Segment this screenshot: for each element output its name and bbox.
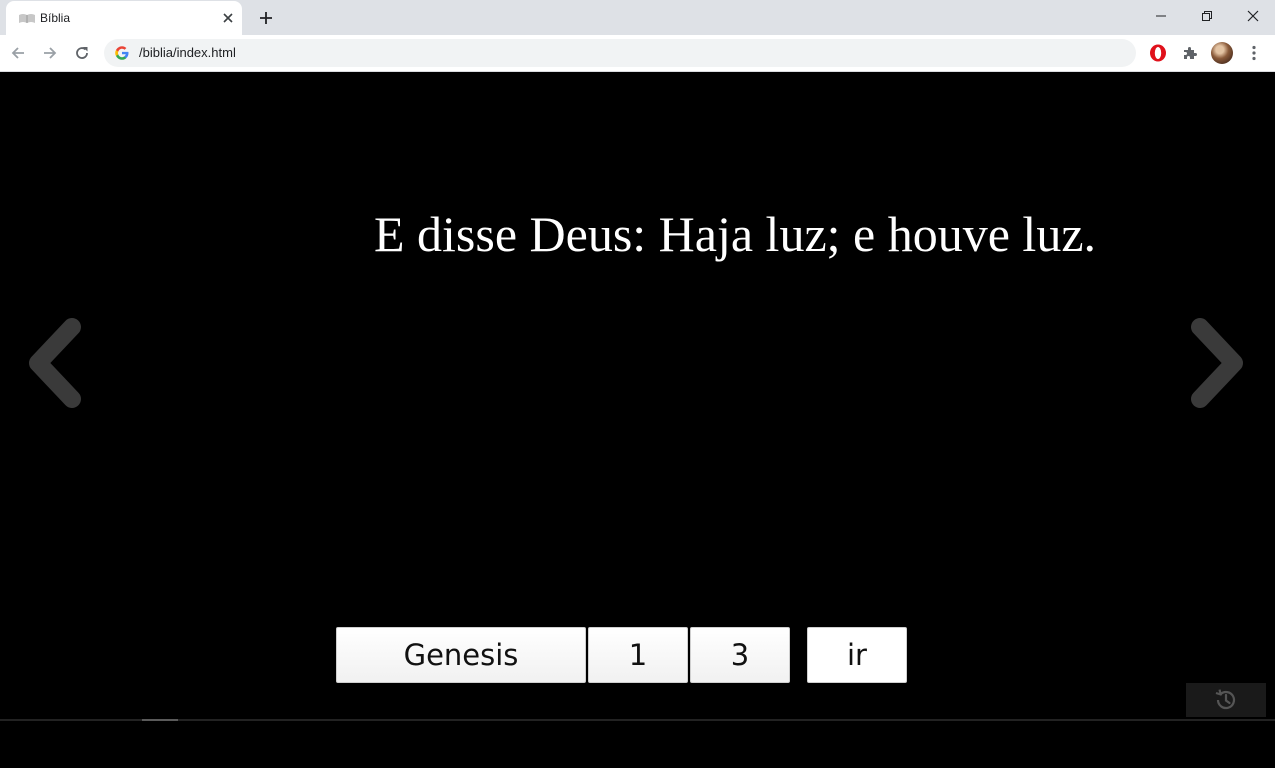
extensions-button[interactable] [1179, 42, 1201, 64]
url-text: /biblia/index.html [139, 45, 236, 60]
verse-select[interactable]: 3 [690, 627, 790, 683]
restore-icon [1202, 11, 1212, 21]
window-restore-button[interactable] [1184, 4, 1230, 28]
go-button[interactable]: ir [807, 627, 907, 683]
arrow-right-icon [44, 47, 57, 59]
window-close-button[interactable] [1230, 4, 1275, 28]
more-vert-icon [1252, 45, 1256, 61]
close-icon [1247, 10, 1259, 22]
puzzle-icon [1184, 47, 1197, 59]
browser-menu-button[interactable] [1243, 42, 1265, 64]
reading-progress-track [0, 719, 1275, 721]
new-tab-icon[interactable] [256, 8, 276, 28]
forward-button[interactable] [38, 41, 62, 65]
chapter-select[interactable]: 1 [588, 627, 688, 683]
book-select[interactable]: Genesis [336, 627, 586, 683]
address-bar[interactable]: /biblia/index.html [104, 39, 1136, 67]
arrow-left-icon [11, 47, 24, 59]
reload-button[interactable] [70, 41, 94, 65]
opera-icon [1150, 44, 1166, 62]
browser-titlebar: Bíblia [0, 0, 1275, 35]
go-button-label: ir [847, 638, 867, 672]
chevron-right-icon[interactable] [1188, 317, 1248, 409]
reading-progress-fill [142, 719, 178, 721]
history-button[interactable] [1186, 683, 1266, 717]
browser-tab[interactable]: Bíblia [6, 1, 242, 35]
history-icon [1215, 689, 1236, 710]
chevron-left-icon[interactable] [24, 317, 84, 409]
avatar-image [1211, 42, 1233, 64]
google-icon [115, 46, 129, 60]
back-button[interactable] [6, 41, 30, 65]
tab-close-icon[interactable] [220, 10, 236, 26]
window-minimize-button[interactable] [1138, 4, 1184, 28]
browser-toolbar: /biblia/index.html [0, 35, 1275, 72]
book-favicon-icon [19, 14, 35, 23]
reload-icon [76, 47, 88, 59]
opera-extension-button[interactable] [1147, 42, 1169, 64]
chapter-value: 1 [628, 638, 648, 672]
profile-avatar[interactable] [1211, 42, 1233, 64]
minimize-icon [1156, 15, 1166, 17]
verse-value: 3 [730, 638, 750, 672]
reader-page: E disse Deus: Haja luz; e houve luz. Gen… [0, 72, 1275, 768]
tab-title: Bíblia [40, 11, 71, 25]
book-value: Genesis [403, 638, 519, 672]
verse-text: E disse Deus: Haja luz; e houve luz. [373, 206, 1097, 262]
